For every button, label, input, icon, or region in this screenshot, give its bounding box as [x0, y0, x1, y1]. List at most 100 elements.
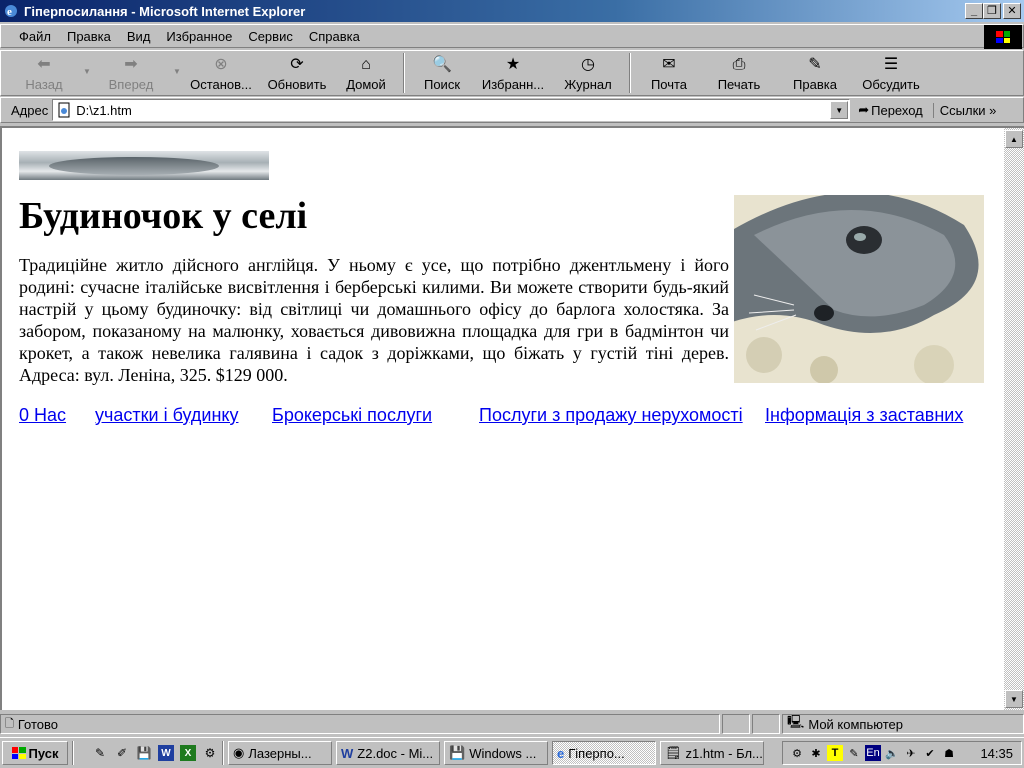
status-bar: 🗋 Готово 🖳 Мой компьютер [0, 712, 1024, 736]
stop-icon: ⊗ [214, 56, 228, 73]
tray-icon-3[interactable]: T [827, 745, 843, 761]
search-button[interactable]: 🔍 Поиск [411, 51, 473, 95]
notepad-icon: 🗒 [665, 745, 682, 760]
back-button[interactable]: ⬅ Назад [9, 51, 79, 95]
language-indicator[interactable]: En [865, 745, 881, 761]
scroll-down-button[interactable]: ▼ [1005, 690, 1023, 708]
print-button[interactable]: ⎙ Печать [701, 51, 777, 95]
link-sales[interactable]: Послуги з продажу нерухомості [479, 405, 743, 426]
forward-button[interactable]: ➡ Вперед [93, 51, 169, 95]
menu-view[interactable]: Вид [119, 29, 159, 44]
tray-icon-4[interactable]: ✎ [846, 745, 862, 761]
page-viewport[interactable]: Будиночок у селі Традиційне житло дійсно… [0, 126, 1004, 710]
refresh-button[interactable]: ⟳ Обновить [259, 51, 335, 95]
address-dropdown-button[interactable]: ▼ [830, 101, 849, 119]
volume-icon[interactable]: 🔈 [884, 745, 900, 761]
windows-logo-icon [984, 25, 1022, 49]
favorites-button[interactable]: ★ Избранн... [473, 51, 553, 95]
history-button[interactable]: ◷ Журнал [553, 51, 623, 95]
discuss-button[interactable]: ☰ Обсудить [853, 51, 929, 95]
excel-icon[interactable]: X [180, 745, 196, 761]
scroll-up-button[interactable]: ▲ [1005, 130, 1023, 148]
window-title: Гіперпосилання - Microsoft Internet Expl… [24, 3, 306, 19]
task-windows[interactable]: 💾 Windows ... [444, 741, 548, 765]
status-text: Готово [17, 716, 59, 732]
clock: 14:35 [980, 745, 1013, 761]
stop-button[interactable]: ⊗ Останов... [183, 51, 259, 95]
start-button[interactable]: Пуск [2, 741, 68, 765]
link-brokerage[interactable]: Брокерські послуги [272, 405, 432, 426]
link-about[interactable]: 0 Нас [19, 405, 66, 426]
address-input[interactable] [76, 102, 817, 118]
zone-text: Мой компьютер [808, 716, 903, 732]
edit-button[interactable]: ✎ Правка [777, 51, 853, 95]
back-dropdown[interactable]: ▼ [79, 51, 93, 95]
address-bar: Адрес ▼ ➦ Переход Ссылки » [0, 97, 1024, 123]
banner-image [19, 151, 269, 180]
home-icon: ⌂ [361, 56, 371, 73]
tray-icon-7[interactable]: ✈ [903, 745, 919, 761]
home-button[interactable]: ⌂ Домой [335, 51, 397, 95]
restore-button[interactable]: ❐ [983, 3, 1001, 19]
menu-edit[interactable]: Правка [59, 29, 119, 44]
mail-icon: ✉ [662, 56, 676, 73]
taskbar: Пуск ✎ ✐ 💾 W X ⚙ ◉ Лазерны... W Z2.doc - M… [0, 737, 1024, 768]
ie-task-icon: e [557, 745, 565, 761]
quick-launch-icon-2[interactable]: ✐ [114, 745, 130, 761]
minimize-button[interactable]: _ [965, 3, 983, 19]
document: Будиночок у селі Традиційне житло дійсно… [19, 151, 985, 386]
go-button[interactable]: ➦ Переход [858, 102, 923, 118]
quick-launch-icon-1[interactable]: ✎ [92, 745, 108, 761]
floppy-task-icon: 💾 [449, 745, 466, 760]
vertical-scrollbar[interactable]: ▲ ▼ [1004, 126, 1024, 710]
tray-icon-2[interactable]: ✱ [808, 745, 824, 761]
links-button[interactable]: Ссылки » [932, 102, 996, 118]
tray-icon-1[interactable]: ⚙ [789, 745, 805, 761]
link-plots[interactable]: участки і будинку [95, 405, 238, 426]
go-arrow-icon: ➦ [858, 102, 870, 117]
title-bar[interactable]: e Гіперпосилання - Microsoft Internet Ex… [0, 0, 1024, 22]
forward-arrow-icon: ➡ [124, 56, 138, 73]
computer-icon: 🖳 [787, 714, 805, 729]
word-doc-icon: W [341, 745, 354, 761]
menu-help[interactable]: Справка [301, 29, 368, 44]
word-icon[interactable]: W [158, 745, 174, 761]
discuss-icon: ☰ [883, 56, 899, 73]
task-icon: ◉ [233, 745, 245, 760]
svg-text:e: e [7, 6, 12, 18]
task-ie-active[interactable]: e Гіперпо... [552, 741, 656, 765]
forward-dropdown[interactable]: ▼ [169, 51, 183, 95]
toolbar: ⬅ Назад ▼ ➡ Вперед ▼ ⊗ Останов... ⟳ Обно… [0, 50, 1024, 96]
quick-launch: ✎ ✐ 💾 W X ⚙ [92, 745, 218, 761]
quick-launch-icon-6[interactable]: ⚙ [202, 745, 218, 761]
page-icon [58, 102, 70, 118]
favorites-icon: ★ [505, 56, 521, 73]
tray-icon-8[interactable]: ✔ [922, 745, 938, 761]
menu-favorites[interactable]: Избранное [158, 29, 240, 44]
back-arrow-icon: ⬅ [37, 56, 51, 73]
close-button[interactable]: ✕ [1003, 3, 1021, 19]
search-icon: 🔍 [432, 56, 452, 73]
link-mortgage[interactable]: Інформація з заставних [765, 405, 963, 426]
print-icon: ⎙ [732, 56, 746, 73]
description-paragraph: Традиційне житло дійсного англійця. У нь… [19, 255, 729, 385]
system-tray: ⚙ ✱ T ✎ En 🔈 ✈ ✔ ☗ 14:35 [782, 741, 1022, 765]
windows-flag-icon [11, 747, 26, 759]
address-field[interactable]: ▼ [52, 99, 851, 121]
menu-tools[interactable]: Сервис [240, 29, 301, 44]
ie-icon: e [5, 5, 17, 18]
history-icon: ◷ [581, 56, 595, 73]
mail-button[interactable]: ✉ Почта [637, 51, 701, 95]
task-notepad[interactable]: 🗒 z1.htm - Бл... [660, 741, 764, 765]
edit-icon: ✎ [808, 56, 822, 73]
tray-icon-9[interactable]: ☗ [941, 745, 957, 761]
status-page-icon: 🗋 [5, 717, 14, 730]
menu-file[interactable]: Файл [11, 29, 59, 44]
floppy-icon[interactable]: 💾 [136, 745, 152, 761]
task-lasers[interactable]: ◉ Лазерны... [228, 741, 332, 765]
seal-photo [734, 195, 984, 383]
menu-bar: Файл Правка Вид Избранное Сервис Справка [0, 24, 1024, 48]
refresh-icon: ⟳ [290, 56, 304, 73]
address-label: Адрес [11, 102, 49, 118]
task-word-doc[interactable]: W Z2.doc - Mi... [336, 741, 440, 765]
